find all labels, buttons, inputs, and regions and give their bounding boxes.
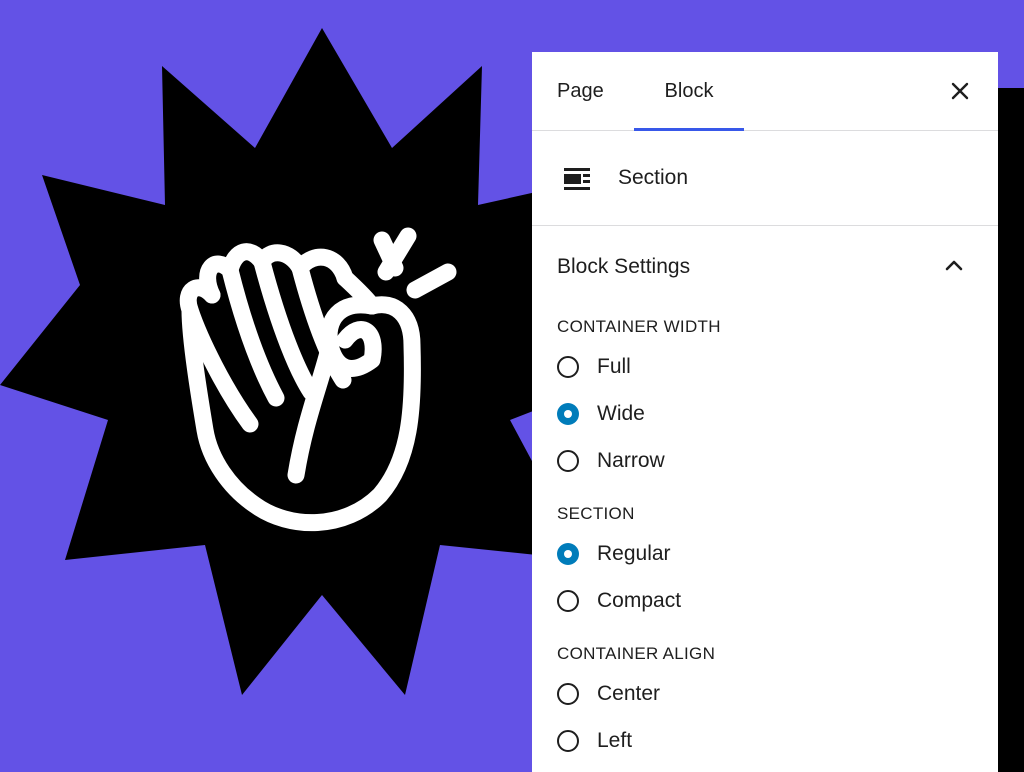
close-button[interactable] [948,79,972,103]
container-align-label: CONTAINER ALIGN [557,644,716,663]
radio-option-full[interactable]: Full [557,352,631,382]
radio-option-compact[interactable]: Compact [557,586,681,616]
container-width-label: CONTAINER WIDTH [557,317,721,336]
section-label: SECTION [557,504,635,523]
radio-option-left[interactable]: Left [557,726,632,756]
block-settings-title: Block Settings [557,255,691,278]
radio-option-narrow[interactable]: Narrow [557,446,665,476]
radio-option-wide[interactable]: Wide [557,399,645,429]
sidebar-tabs: Page Block [532,52,998,131]
radio-button[interactable] [557,356,579,378]
radio-button[interactable] [557,683,579,705]
radio-button[interactable] [557,543,579,565]
radio-label: Center [597,682,661,705]
tab-page[interactable]: Page [557,52,604,130]
radio-label: Wide [597,402,645,425]
radio-option-center[interactable]: Center [557,679,660,709]
block-card: Section [532,131,998,226]
radio-label: Full [597,355,631,378]
close-icon [951,82,969,100]
radio-label: Narrow [597,449,665,472]
radio-button[interactable] [557,730,579,752]
radio-button[interactable] [557,450,579,472]
section-block-icon [564,168,590,190]
radio-option-regular[interactable]: Regular [557,539,671,569]
block-name: Section [618,166,689,189]
radio-button[interactable] [557,590,579,612]
block-inspector-sidebar: Page Block Section Block Settings CONTAI… [532,52,998,772]
tab-block[interactable]: Block [634,52,744,131]
radio-label: Left [597,729,633,752]
chevron-up-icon[interactable] [944,258,964,272]
radio-label: Compact [597,589,682,612]
block-settings-header[interactable]: Block Settings [532,226,998,308]
radio-label: Regular [597,542,671,565]
canvas: Page Block Section Block Settings CONTAI… [0,0,1024,772]
radio-button[interactable] [557,403,579,425]
